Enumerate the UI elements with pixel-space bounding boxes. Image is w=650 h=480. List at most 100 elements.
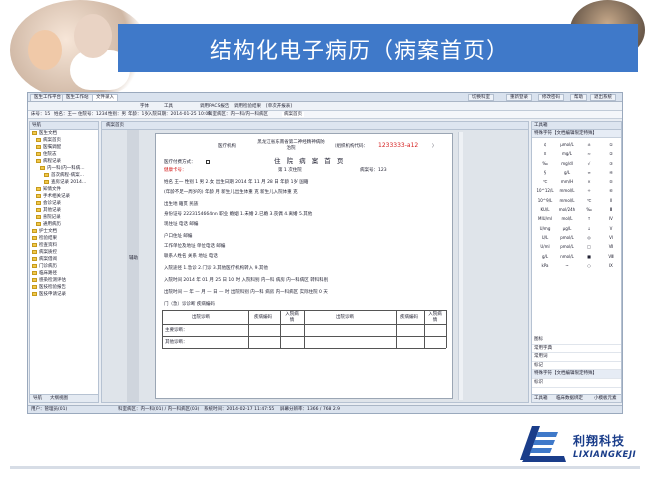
special-character-cell[interactable]: U/mg: [534, 224, 556, 233]
special-character-cell[interactable]: Ⅷ: [600, 252, 622, 261]
toolbox-category-item[interactable]: 图标: [532, 336, 621, 345]
special-character-cell[interactable]: pmol/L: [556, 233, 578, 242]
special-character-cell[interactable]: 10^12/L: [534, 186, 556, 195]
special-character-cell[interactable]: Ⅳ: [600, 214, 622, 223]
tools-menu[interactable]: 工具: [164, 104, 173, 109]
special-character-cell[interactable]: mmol/L: [556, 196, 578, 205]
special-character-cell[interactable]: ↑: [578, 214, 600, 223]
nav-tree-item[interactable]: 病案借阅: [30, 256, 98, 263]
nav-tree-item[interactable]: 病程记录: [30, 158, 98, 165]
nav-tree-item[interactable]: 临床路径: [30, 270, 98, 277]
special-character-cell[interactable]: mol/L: [556, 214, 578, 223]
special-character-cell[interactable]: U/ml: [534, 242, 556, 251]
special-character-cell[interactable]: mmol/L: [556, 186, 578, 195]
row-contact[interactable]: 联系人姓名 关系 地址 电话: [164, 254, 218, 260]
tab-clinical-data-binding[interactable]: 临床数据绑定: [556, 396, 583, 402]
nav-tree-item[interactable]: 医技申请记录: [30, 291, 98, 298]
special-character-cell[interactable]: ◎: [578, 233, 600, 242]
special-character-cell[interactable]: √: [578, 159, 600, 168]
special-character-cell[interactable]: mg/L: [556, 149, 578, 158]
nav-tree-item[interactable]: 其他记录: [30, 207, 98, 214]
special-character-cell[interactable]: ■: [578, 252, 600, 261]
special-character-cell[interactable]: Ⅶ: [600, 242, 622, 251]
special-character-cell[interactable]: ‰: [578, 205, 600, 214]
nav-tree-item[interactable]: 查房记录 2014...: [30, 179, 98, 186]
lab-results-button[interactable]: 调用检验结果: [234, 104, 261, 109]
toolbox-category-item[interactable]: 特殊字符【文档编辑限定特殊】: [532, 370, 621, 379]
toolbox-category-item[interactable]: 常用词: [532, 353, 621, 362]
special-character-cell[interactable]: ○: [578, 261, 600, 270]
special-character-cell[interactable]: ②: [600, 149, 622, 158]
row-outpatient-diagnosis[interactable]: 门（急）诊诊断 疾病编码: [164, 302, 215, 308]
special-character-cell[interactable]: nmol/L: [556, 252, 578, 261]
special-character-cell[interactable]: ‰: [534, 159, 556, 168]
switch-dept-button[interactable]: 切换科室: [468, 94, 494, 101]
special-character-cell[interactable]: 10^9/L: [534, 196, 556, 205]
tab-toolbox[interactable]: 工具箱: [534, 396, 548, 402]
nav-tree-item[interactable]: 内一科(内一科病...: [30, 165, 98, 172]
document-tab[interactable]: 病案首页: [106, 123, 124, 129]
row-hukou-address[interactable]: 户口住址 邮编: [164, 234, 192, 240]
row-current-address[interactable]: 现住址 电话 邮编: [164, 222, 198, 228]
nav-tree-item[interactable]: 출院记录: [30, 214, 98, 221]
other-diagnosis-label[interactable]: 其他诊断：: [165, 340, 188, 346]
toolbox-category-item[interactable]: 标记: [532, 362, 621, 371]
special-character-cell[interactable]: μmol/L: [556, 140, 578, 149]
single-report-button[interactable]: [单次开报表]: [266, 104, 292, 109]
nav-tree-item[interactable]: 住院志: [30, 151, 98, 158]
current-document-tab[interactable]: 病案首页: [282, 112, 304, 117]
special-character-cell[interactable]: ③: [600, 159, 622, 168]
special-character-cell[interactable]: pmol/L: [556, 242, 578, 251]
toolbox-category-item[interactable]: 标识: [532, 379, 621, 388]
nav-tree-item[interactable]: 医生文档: [30, 130, 98, 137]
tab-doctor-station[interactable]: 医生工作站: [62, 94, 93, 101]
row-discharge-time[interactable]: 出院时间 — 年 — 月 — 日 — 时 出院科别 内一科 病房 内一科病区 实…: [164, 290, 328, 296]
special-character-cell[interactable]: MIU/ml: [534, 214, 556, 223]
special-character-cell[interactable]: ↓: [578, 224, 600, 233]
special-character-cell[interactable]: g/L: [556, 168, 578, 177]
main-diagnosis-label[interactable]: 主要诊断：: [165, 328, 188, 334]
nav-tree-item[interactable]: 首次病程-病案...: [30, 172, 98, 179]
special-character-cell[interactable]: ④: [600, 168, 622, 177]
row-admission-time[interactable]: 入院时间 2014 年 01 月 25 日 10 时 入院科别 内一科 病房 内…: [164, 278, 328, 284]
special-character-cell[interactable]: Ⅴ: [600, 224, 622, 233]
help-button[interactable]: 帮助: [570, 94, 587, 101]
row-infant-age[interactable]: (年龄不足一周岁的) 年龄 月 新生儿出生体重 克 新生儿入院体重 克: [164, 190, 298, 196]
row-id-job-marriage[interactable]: 身份证号 2223154664nn 职业 婚姻 1.未婚 2.已婚 3.丧偶 4…: [164, 212, 312, 218]
tab-navigation[interactable]: 导航: [33, 396, 42, 402]
font-menu[interactable]: 字体: [140, 104, 149, 109]
nav-tree-item[interactable]: 通用病历: [30, 221, 98, 228]
toolbox-category-item[interactable]: 常用字典: [532, 345, 621, 354]
special-character-cell[interactable]: Ⅱ: [600, 196, 622, 205]
special-character-cell[interactable]: ℃: [578, 196, 600, 205]
tab-small-template[interactable]: 小模板元素: [594, 396, 617, 402]
change-password-button[interactable]: 修改密码: [538, 94, 564, 101]
special-character-cell[interactable]: ⑤: [600, 177, 622, 186]
row-birthplace[interactable]: 出生地 籍贯 民族: [164, 202, 198, 208]
special-character-cell[interactable]: KU/L: [534, 205, 556, 214]
nav-tree-item[interactable]: 医技检验报告: [30, 284, 98, 291]
nav-tree-item[interactable]: 会诊记录: [30, 200, 98, 207]
special-character-cell[interactable]: Ⅲ: [600, 205, 622, 214]
relogin-button[interactable]: 重新登录: [506, 94, 532, 101]
nav-tree-item[interactable]: 检验结果: [30, 235, 98, 242]
special-character-cell[interactable]: §: [534, 168, 556, 177]
nav-tree-item[interactable]: 护士文档: [30, 228, 98, 235]
special-character-cell[interactable]: kPa: [534, 261, 556, 270]
row-name-sex-birth[interactable]: 姓名 王一 性别 1 男 2.女 出生日期 2014 年 11 月 28 日 年…: [164, 180, 308, 186]
special-character-cell[interactable]: Ⅸ: [600, 261, 622, 270]
special-character-cell[interactable]: mm/H: [556, 177, 578, 186]
special-character-cell[interactable]: ¢: [534, 140, 556, 149]
special-character-cell[interactable]: μg/L: [556, 224, 578, 233]
special-character-cell[interactable]: mg/dl: [556, 159, 578, 168]
special-character-cell[interactable]: ¤: [534, 149, 556, 158]
payment-checkbox[interactable]: [206, 160, 210, 164]
nav-tree-item[interactable]: 感染检测评估: [30, 277, 98, 284]
special-character-cell[interactable]: ×: [578, 177, 600, 186]
special-character-cell[interactable]: Ⅵ: [600, 233, 622, 242]
document-scrollbar[interactable]: [458, 132, 463, 400]
nav-tree-item[interactable]: 病案首页: [30, 137, 98, 144]
special-character-cell[interactable]: U/L: [534, 233, 556, 242]
special-character-cell[interactable]: ÷: [578, 186, 600, 195]
tab-file-entry[interactable]: 文件录入: [92, 94, 118, 101]
